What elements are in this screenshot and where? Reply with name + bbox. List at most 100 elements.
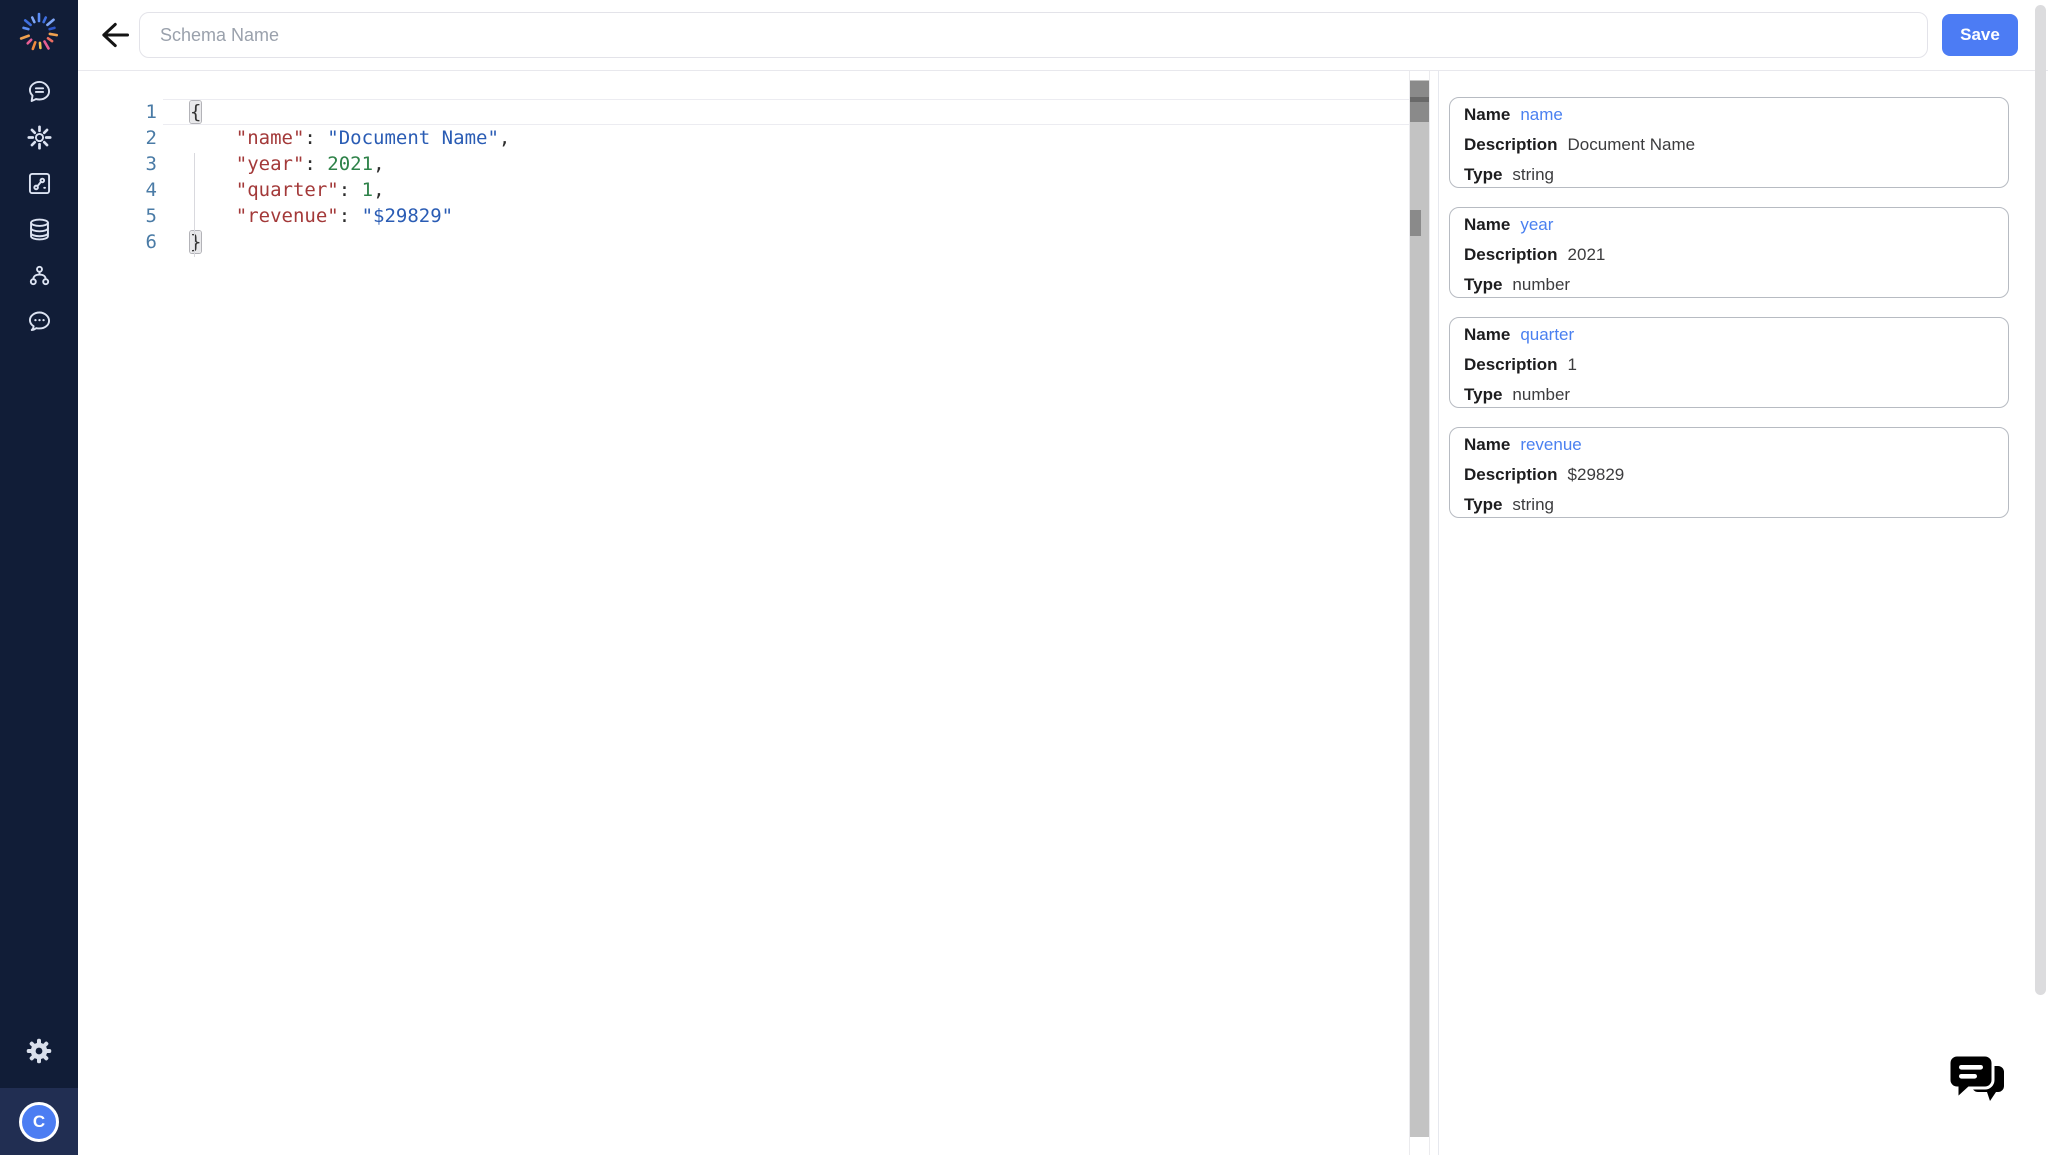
field-name-row: Name year	[1464, 210, 1994, 240]
code-line[interactable]: "revenue": "$29829"	[163, 203, 1409, 229]
editor-scrollbar-shadow	[1410, 97, 1429, 102]
code-token: "Document Name"	[327, 127, 499, 149]
type-label: Type	[1464, 275, 1502, 295]
gear-icon	[24, 1036, 54, 1066]
sidebar-item-chat[interactable]	[26, 308, 53, 335]
code-token	[190, 205, 236, 227]
line-number: 4	[78, 177, 163, 203]
user-avatar[interactable]: C	[19, 1102, 59, 1142]
code-token: "name"	[236, 127, 305, 149]
gutter: 123456	[78, 99, 163, 255]
type-label: Type	[1464, 495, 1502, 515]
schema-name-input[interactable]	[139, 12, 1928, 58]
field-card: Name year Description 2021 Type number	[1449, 207, 2009, 298]
sun-burst-icon	[26, 124, 53, 151]
description-value: $29829	[1568, 465, 1625, 485]
name-label: Name	[1464, 435, 1510, 455]
code-line[interactable]: "quarter": 1,	[163, 177, 1409, 203]
starburst-logo-icon	[15, 8, 63, 56]
code-line[interactable]: }	[163, 229, 1409, 255]
field-type-row: Type string	[1464, 490, 1994, 520]
sidebar-nav	[26, 78, 53, 335]
message-icon	[26, 78, 53, 105]
code-token: "revenue"	[236, 205, 339, 227]
code-token: ,	[499, 127, 510, 149]
description-label: Description	[1464, 245, 1558, 265]
name-label: Name	[1464, 215, 1510, 235]
database-icon	[26, 216, 53, 243]
code-line[interactable]: {	[163, 99, 1409, 125]
line-number: 1	[78, 99, 163, 125]
sidebar: C	[0, 0, 78, 1155]
description-value: 2021	[1568, 245, 1606, 265]
chat-dots-icon	[26, 308, 53, 335]
code-token: :	[339, 205, 362, 227]
indent-guide	[194, 153, 195, 257]
description-label: Description	[1464, 355, 1558, 375]
field-name-row: Name quarter	[1464, 320, 1994, 350]
field-type-row: Type number	[1464, 380, 1994, 410]
app-logo[interactable]	[15, 8, 63, 56]
chat-bubbles-icon	[1948, 1054, 2012, 1110]
field-type-row: Type number	[1464, 270, 1994, 300]
field-description-row: Description Document Name	[1464, 130, 1994, 160]
header: Save	[78, 0, 2048, 71]
code-token: {	[190, 101, 201, 123]
fields-panel: Name name Description Document Name Type…	[1438, 71, 2048, 1155]
settings-button[interactable]	[24, 1036, 54, 1066]
editor-scrollbar-marker	[1410, 210, 1421, 236]
field-card: Name name Description Document Name Type…	[1449, 97, 2009, 188]
description-value: 1	[1568, 355, 1577, 375]
line-number: 3	[78, 151, 163, 177]
type-value: string	[1512, 495, 1554, 515]
scan-document-icon	[26, 170, 53, 197]
type-label: Type	[1464, 385, 1502, 405]
code-line[interactable]: "name": "Document Name",	[163, 125, 1409, 151]
name-value[interactable]: quarter	[1520, 325, 1574, 345]
field-description-row: Description $29829	[1464, 460, 1994, 490]
editor-scrollbar[interactable]	[1409, 71, 1430, 1155]
name-label: Name	[1464, 325, 1510, 345]
type-value: number	[1512, 275, 1570, 295]
name-value[interactable]: name	[1520, 105, 1563, 125]
back-button[interactable]	[94, 17, 130, 53]
name-value[interactable]: year	[1520, 215, 1553, 235]
field-card: Name revenue Description $29829 Type str…	[1449, 427, 2009, 518]
code-token: ,	[373, 179, 384, 201]
sidebar-item-database[interactable]	[26, 216, 53, 243]
description-value: Document Name	[1568, 135, 1696, 155]
editor-scrollbar-track[interactable]	[1410, 80, 1429, 1137]
code-token: ,	[373, 153, 384, 175]
arrow-left-icon	[94, 17, 130, 53]
code-token	[190, 153, 236, 175]
type-value: string	[1512, 165, 1554, 185]
type-value: number	[1512, 385, 1570, 405]
sidebar-footer: C	[0, 1088, 78, 1155]
name-value[interactable]: revenue	[1520, 435, 1581, 455]
code-token: :	[339, 179, 362, 201]
field-name-row: Name name	[1464, 100, 1994, 130]
description-label: Description	[1464, 465, 1558, 485]
sidebar-item-schemas[interactable]	[26, 170, 53, 197]
code-token: :	[304, 127, 327, 149]
code-token: "$29829"	[362, 205, 454, 227]
code-line[interactable]: "year": 2021,	[163, 151, 1409, 177]
sidebar-item-messages[interactable]	[26, 78, 53, 105]
type-label: Type	[1464, 165, 1502, 185]
code-token	[190, 127, 236, 149]
sidebar-item-processing[interactable]	[26, 124, 53, 151]
chat-widget-button[interactable]	[1948, 1054, 2012, 1110]
line-number: 6	[78, 229, 163, 255]
code-token: }	[190, 231, 201, 253]
line-number: 2	[78, 125, 163, 151]
code-token: :	[304, 153, 327, 175]
sidebar-item-workflows[interactable]	[26, 262, 53, 289]
field-type-row: Type string	[1464, 160, 1994, 190]
description-label: Description	[1464, 135, 1558, 155]
code-lines[interactable]: { "name": "Document Name", "year": 2021,…	[163, 99, 1409, 1155]
json-editor[interactable]: 123456 { "name": "Document Name", "year"…	[78, 71, 1438, 1155]
save-button[interactable]: Save	[1942, 14, 2018, 56]
page-scrollbar-thumb[interactable]	[2035, 5, 2046, 995]
code-token	[190, 179, 236, 201]
field-description-row: Description 1	[1464, 350, 1994, 380]
